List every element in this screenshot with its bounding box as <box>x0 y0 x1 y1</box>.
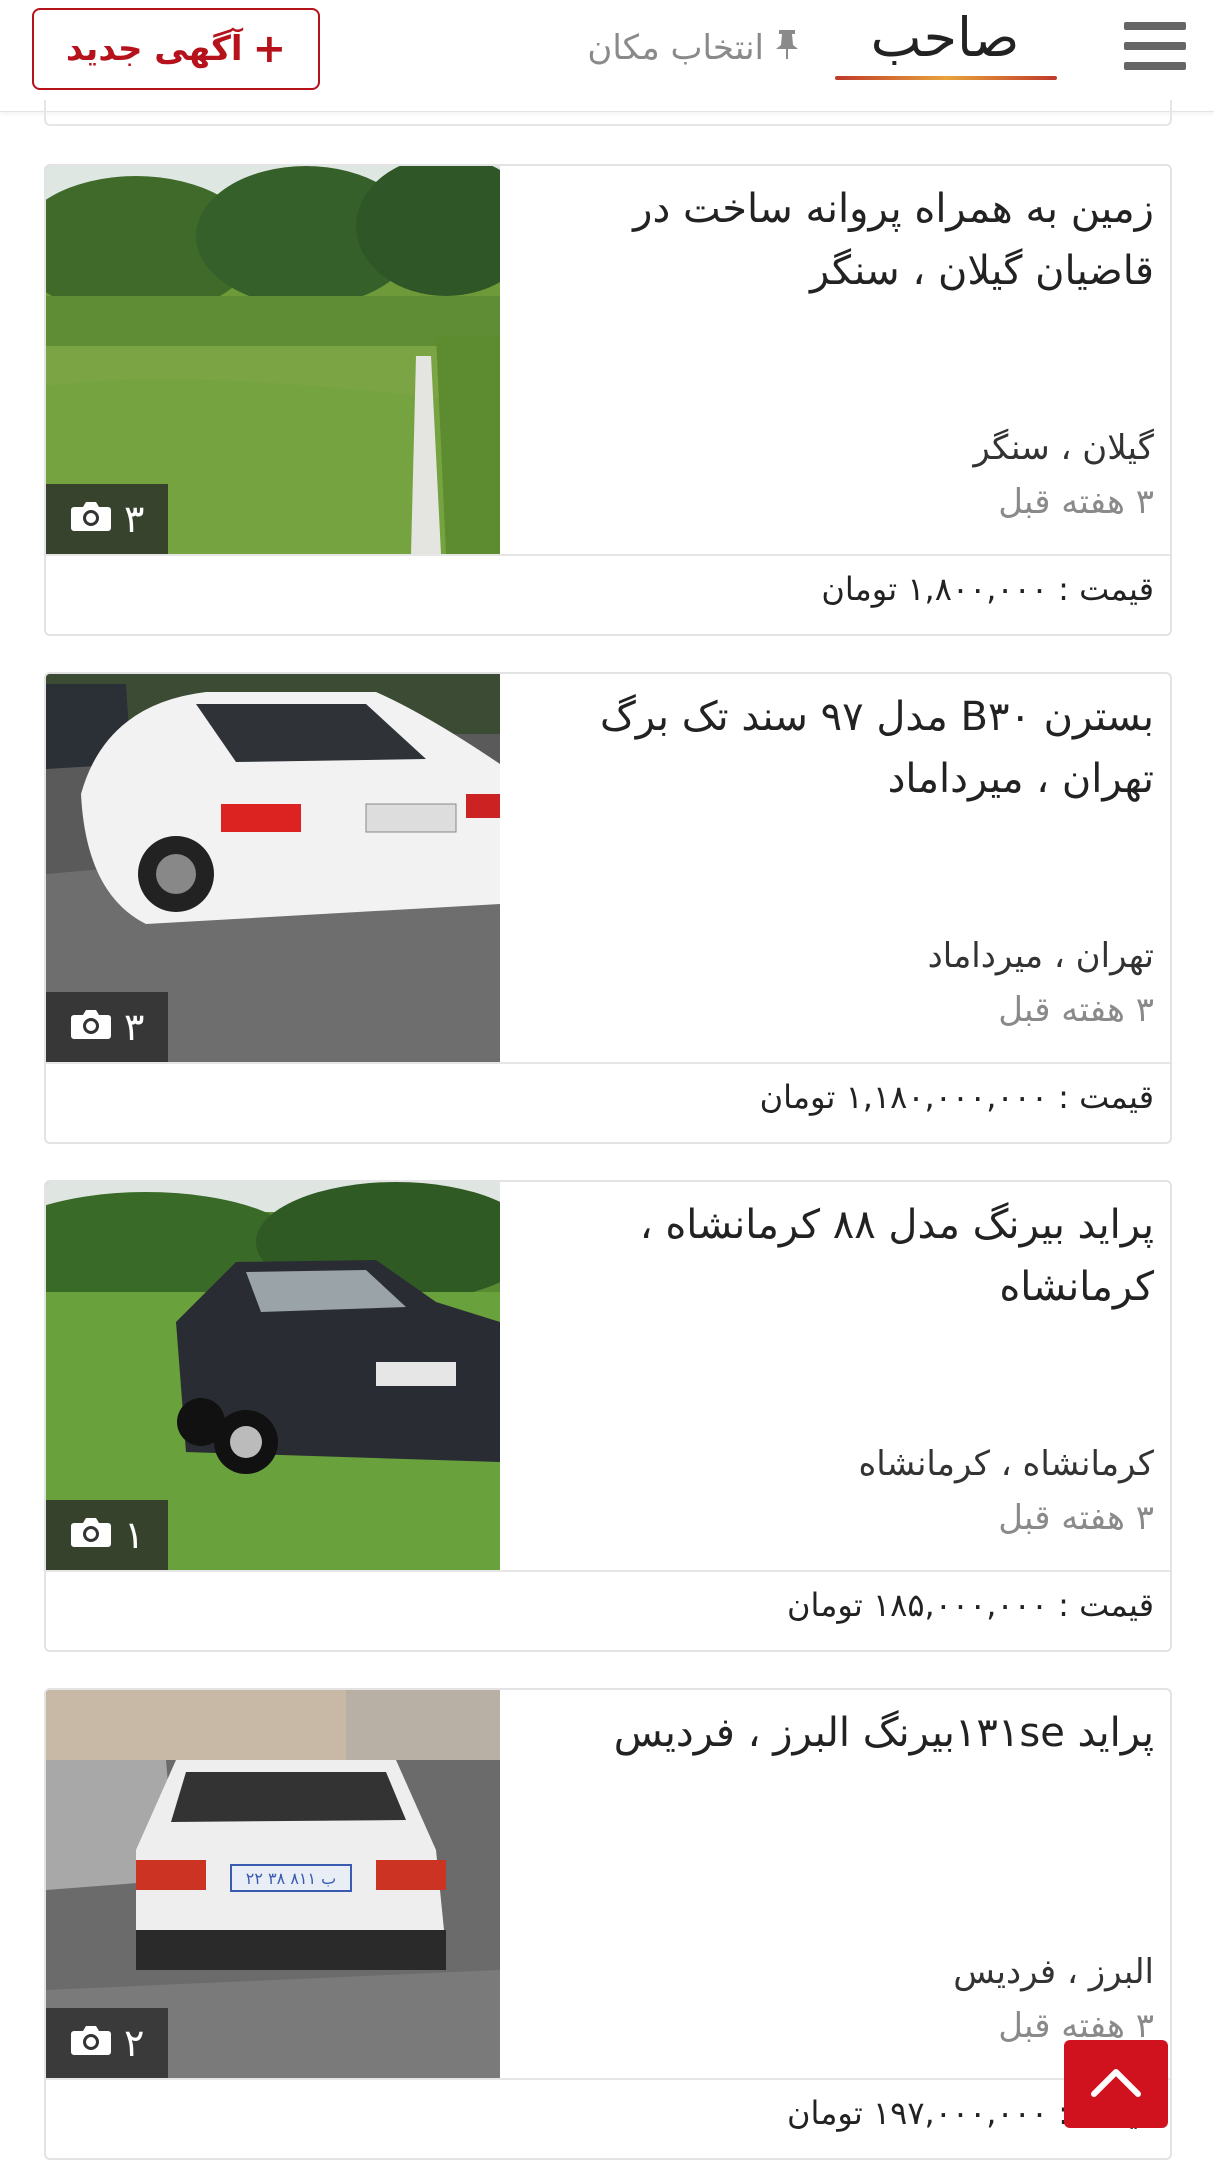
location-selector[interactable]: انتخاب مکان <box>510 18 800 78</box>
chevron-up-icon <box>1090 2066 1142 2102</box>
photo-count: ۲ <box>124 2021 145 2065</box>
listing-photo[interactable]: ۳ <box>46 674 500 1062</box>
listing-card[interactable]: ۳ زمین به همراه پروانه ساخت در قاضیان گی… <box>44 164 1172 636</box>
listing-location: البرز ، فردیس <box>953 1952 1154 1992</box>
listing-location: گیلان ، سنگر <box>973 428 1154 468</box>
listing-card[interactable]: ۳ بسترن B۳۰ مدل ۹۷ سند تک برگ تهران ، می… <box>44 672 1172 1144</box>
listing-title[interactable]: پراید ۱۳۱seبیرنگ البرز ، فردیس <box>534 1702 1154 1764</box>
price-row: قیمت : ۱,۱۸۰,۰۰۰,۰۰۰ تومان <box>46 1062 1170 1142</box>
camera-icon <box>70 497 112 541</box>
photo-count-badge: ۳ <box>46 992 169 1062</box>
listing-card[interactable]: ۲۲ ب ۸۱۱ ۳۸ ۲ پراید ۱۳۱seبیرنگ البرز ، ف… <box>44 1688 1172 2160</box>
scroll-top-button[interactable] <box>1064 2040 1168 2128</box>
photo-count: ۱ <box>124 1513 145 1557</box>
listing-price: قیمت : ۱۸۵,۰۰۰,۰۰۰ تومان <box>786 1586 1154 1624</box>
listing-time: ۳ هفته قبل <box>998 2006 1154 2046</box>
listing-photo[interactable]: ۱ <box>46 1182 500 1570</box>
photo-count: ۳ <box>124 497 145 541</box>
hamburger-icon[interactable] <box>1124 22 1186 70</box>
camera-icon <box>70 1513 112 1557</box>
location-label: انتخاب مکان <box>587 28 764 68</box>
photo-count-badge: ۲ <box>46 2008 169 2078</box>
listing-time: ۳ هفته قبل <box>998 1498 1154 1538</box>
price-row: قیمت : ۱,۸۰۰,۰۰۰ تومان <box>46 554 1170 634</box>
listing-title[interactable]: زمین به همراه پروانه ساخت در قاضیان گیلا… <box>534 178 1154 302</box>
listing-title[interactable]: بسترن B۳۰ مدل ۹۷ سند تک برگ تهران ، میرد… <box>534 686 1154 810</box>
photo-count: ۳ <box>124 1005 145 1049</box>
listing-time: ۳ هفته قبل <box>998 482 1154 522</box>
listing-photo[interactable]: ۳ <box>46 166 500 554</box>
camera-icon <box>70 1005 112 1049</box>
listing-title[interactable]: پراید بیرنگ مدل ۸۸ کرمانشاه ، کرمانشاه <box>534 1194 1154 1318</box>
photo-count-badge: ۳ <box>46 484 169 554</box>
listing-card[interactable]: ۱ پراید بیرنگ مدل ۸۸ کرمانشاه ، کرمانشاه… <box>44 1180 1172 1652</box>
listing-time: ۳ هفته قبل <box>998 990 1154 1030</box>
license-plate-text: ۲۲ ب ۸۱۱ ۳۸ <box>246 1869 337 1888</box>
listing-location: کرمانشاه ، کرمانشاه <box>858 1444 1154 1484</box>
logo-underline <box>835 76 1057 80</box>
listing-price: قیمت : ۱,۸۰۰,۰۰۰ تومان <box>821 570 1154 608</box>
new-ad-button[interactable]: + آگهی جدید <box>32 8 320 90</box>
listing-price: قیمت : ۱,۱۸۰,۰۰۰,۰۰۰ تومان <box>759 1078 1154 1116</box>
listing-photo[interactable]: ۲۲ ب ۸۱۱ ۳۸ ۲ <box>46 1690 500 2078</box>
previous-card-edge <box>44 100 1172 126</box>
price-row: قیمت : ۱۸۵,۰۰۰,۰۰۰ تومان <box>46 1570 1170 1650</box>
camera-icon <box>70 2021 112 2065</box>
pin-icon <box>774 28 800 68</box>
new-ad-label: آگهی جدید <box>65 29 243 69</box>
plus-icon: + <box>252 26 287 72</box>
top-header: + آگهی جدید انتخاب مکان صاحب <box>0 0 1214 112</box>
photo-count-badge: ۱ <box>46 1500 169 1570</box>
listing-location: تهران ، میرداماد <box>927 936 1154 976</box>
price-row: قیمت : ۱۹۷,۰۰۰,۰۰۰ تومان <box>46 2078 1170 2158</box>
site-logo[interactable]: صاحب <box>830 6 1060 86</box>
